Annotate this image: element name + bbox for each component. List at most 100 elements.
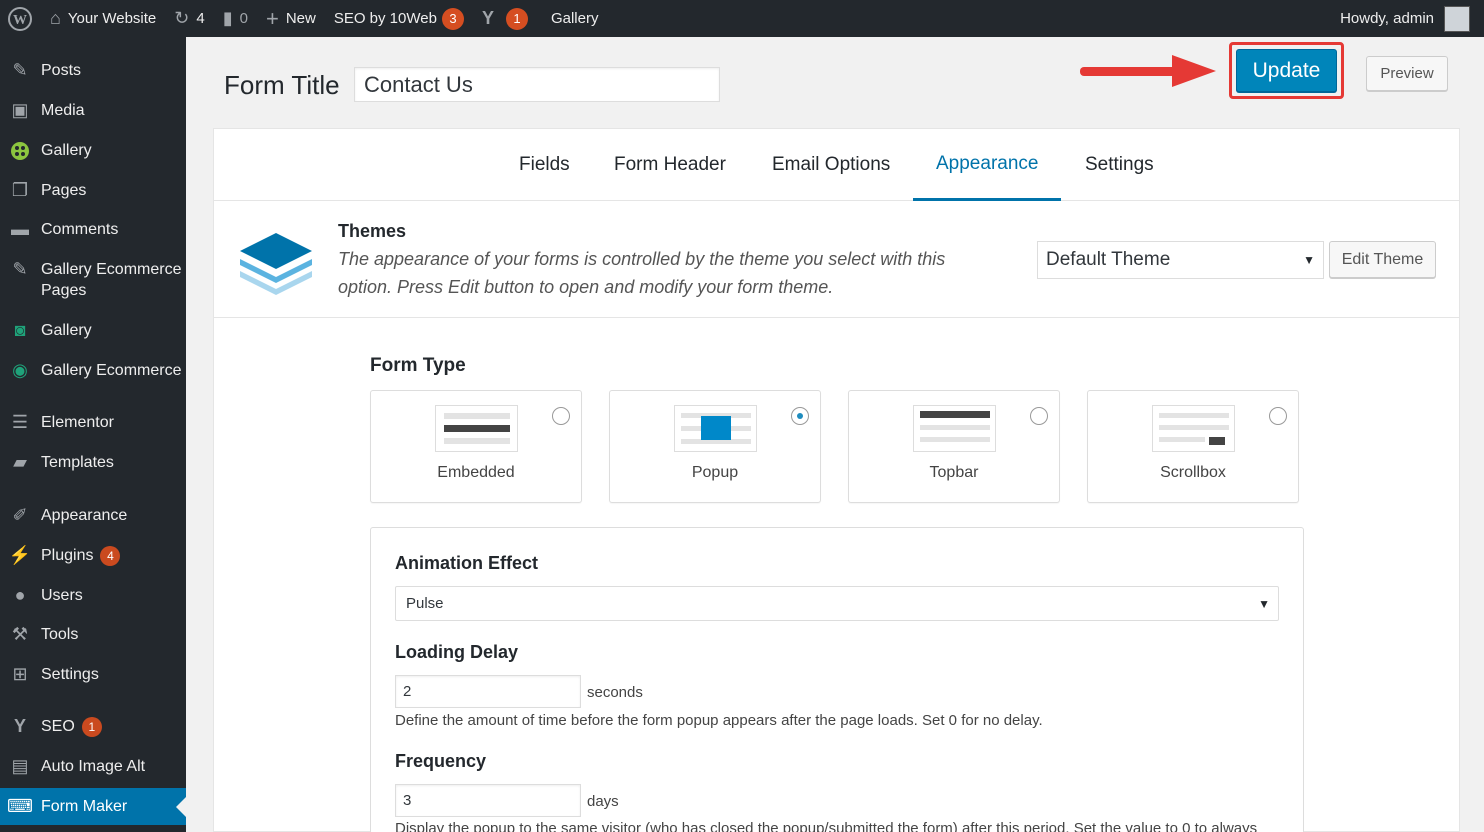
radio-popup[interactable]: [791, 407, 809, 425]
comments-count: 0: [239, 10, 248, 27]
tab-bar: Fields Form Header Email Options Appeara…: [214, 129, 1459, 201]
animation-effect-value: Pulse: [406, 595, 444, 612]
tab-settings[interactable]: Settings: [1085, 129, 1154, 201]
form-type-embedded[interactable]: Embedded: [370, 390, 582, 503]
sidebar-item-tools[interactable]: ⚒ Tools: [0, 624, 186, 645]
themes-description: The appearance of your forms is controll…: [338, 249, 946, 297]
sidebar-item-label: Gallery: [41, 322, 92, 339]
arrow-right-icon: [1080, 55, 1216, 87]
sidebar-item-label: Templates: [41, 454, 114, 471]
sidebar-item-label: Form Maker: [41, 798, 128, 815]
sidebar-item-label: Users: [41, 587, 83, 604]
update-button[interactable]: Update: [1236, 49, 1337, 92]
embedded-thumbnail-icon: [435, 405, 518, 452]
svg-text:W: W: [13, 13, 27, 28]
form-type-topbar[interactable]: Topbar: [848, 390, 1060, 503]
sidebar-item-comments[interactable]: ▬ Comments: [0, 219, 186, 240]
sidebar-item-templates[interactable]: ▰ Templates: [0, 452, 186, 473]
form-title-input[interactable]: Contact Us: [354, 67, 720, 102]
frequency-help: Display the popup to the same visitor (w…: [395, 820, 1258, 832]
comments-link[interactable]: ▮ 0: [214, 0, 257, 37]
sidebar-item-label: Settings: [41, 666, 99, 683]
popup-thumbnail-icon: [674, 405, 757, 452]
pin-icon: ✎: [12, 60, 28, 80]
sidebar-item-posts[interactable]: ✎ Posts: [0, 60, 186, 81]
loading-delay-input[interactable]: 2: [395, 675, 581, 708]
form-type-label: Topbar: [929, 464, 979, 481]
gallery-label: Gallery: [550, 10, 599, 27]
form-type-popup[interactable]: Popup: [609, 390, 821, 503]
sidebar-item-gallery-2[interactable]: ◙ Gallery: [0, 320, 186, 341]
radio-scrollbox[interactable]: [1269, 407, 1287, 425]
refresh-icon: ↻: [174, 8, 190, 28]
yoast-icon: Y: [13, 716, 26, 736]
radio-topbar[interactable]: [1030, 407, 1048, 425]
form-type-label: Scrollbox: [1160, 464, 1226, 481]
sidebar-item-label: Posts: [41, 62, 82, 79]
themes-title: Themes: [338, 221, 407, 241]
seo-badge: 3: [441, 7, 464, 30]
loading-delay-unit: seconds: [587, 684, 643, 701]
sidebar-item-label: Auto Image Alt: [41, 758, 146, 775]
sidebar-item-settings[interactable]: ⊞ Settings: [0, 664, 186, 685]
plus-icon: +: [265, 5, 279, 31]
frequency-title: Frequency: [395, 751, 487, 771]
wrench-icon: ⚒: [11, 624, 29, 644]
tab-appearance[interactable]: Appearance: [913, 129, 1062, 201]
comment-icon: ▮: [222, 8, 233, 28]
sidebar-item-label: Appearance: [41, 507, 128, 524]
home-icon: ⌂: [50, 8, 61, 28]
folder-icon: ▰: [13, 452, 27, 472]
form-type-title: Form Type: [370, 355, 466, 376]
scrollbox-thumbnail-icon: [1152, 405, 1235, 452]
sidebar-item-appearance[interactable]: ✐ Appearance: [0, 505, 186, 526]
sidebar-item-label: Pages: [41, 182, 87, 199]
image-icon: ▤: [11, 756, 29, 776]
pages-icon: ❐: [11, 180, 29, 200]
site-name-link[interactable]: ⌂ Your Website: [41, 0, 165, 37]
edit-theme-button[interactable]: Edit Theme: [1329, 241, 1436, 278]
sidebar-item-seo[interactable]: Y SEO 1: [0, 716, 186, 737]
sidebar-item-pages[interactable]: ❐ Pages: [0, 180, 186, 201]
sidebar-item-users[interactable]: ● Users: [0, 585, 186, 606]
admin-bar: W ⌂ Your Website ↻ 4 ▮ 0 + New SEO by 10…: [0, 0, 1484, 37]
updates-link[interactable]: ↻ 4: [165, 0, 213, 37]
media-icon: ▣: [11, 100, 29, 120]
form-icon: ⌨: [7, 796, 33, 816]
account-menu[interactable]: Howdy, admin: [1340, 5, 1484, 32]
site-name: Your Website: [67, 10, 157, 27]
sidebar-item-gallery-ecommerce-pages[interactable]: ✎ Gallery Ecommerce Pages: [0, 259, 186, 301]
form-editor-panel: Fields Form Header Email Options Appeara…: [213, 128, 1460, 832]
loading-delay-title: Loading Delay: [395, 642, 519, 662]
radio-embedded[interactable]: [552, 407, 570, 425]
tab-fields[interactable]: Fields: [519, 129, 570, 201]
sidebar-item-form-maker[interactable]: ⌨ Form Maker: [0, 788, 186, 825]
form-type-label: Popup: [691, 464, 739, 481]
avatar: [1444, 5, 1470, 32]
greeting: Howdy, admin: [1340, 10, 1434, 27]
preview-button[interactable]: Preview: [1366, 56, 1448, 91]
sidebar-item-gallery-ecommerce[interactable]: ◉ Gallery Ecommerce: [0, 360, 186, 381]
sidebar-item-gallery[interactable]: Gallery: [0, 140, 186, 161]
plugins-badge: 4: [100, 546, 121, 566]
frequency-input[interactable]: 3: [395, 784, 581, 817]
yoast-menu-link[interactable]: Y 1: [473, 0, 537, 37]
new-content-link[interactable]: + New: [257, 0, 325, 37]
yoast-badge: 1: [505, 7, 528, 30]
gallery-link[interactable]: Gallery: [537, 0, 608, 37]
wordpress-logo-icon[interactable]: W: [0, 0, 41, 37]
animation-effect-select[interactable]: Pulse ▼: [395, 586, 1279, 621]
seo-menu-link[interactable]: SEO by 10Web 3: [325, 0, 473, 37]
tab-form-header[interactable]: Form Header: [614, 129, 726, 201]
dropdown-caret-icon: ▼: [1258, 596, 1270, 611]
sidebar-item-media[interactable]: ▣ Media: [0, 100, 186, 121]
comment-icon: ▬: [11, 219, 29, 239]
theme-select[interactable]: Default Theme ▼: [1037, 241, 1324, 279]
tab-email-options[interactable]: Email Options: [772, 129, 890, 201]
sidebar-item-plugins[interactable]: ⚡ Plugins 4: [0, 545, 186, 566]
sidebar-item-elementor[interactable]: ☰ Elementor: [0, 412, 186, 433]
elementor-icon: ☰: [11, 412, 29, 432]
theme-select-value: Default Theme: [1046, 249, 1171, 270]
form-type-scrollbox[interactable]: Scrollbox: [1087, 390, 1299, 503]
sidebar-item-auto-image-alt[interactable]: ▤ Auto Image Alt: [0, 756, 186, 777]
